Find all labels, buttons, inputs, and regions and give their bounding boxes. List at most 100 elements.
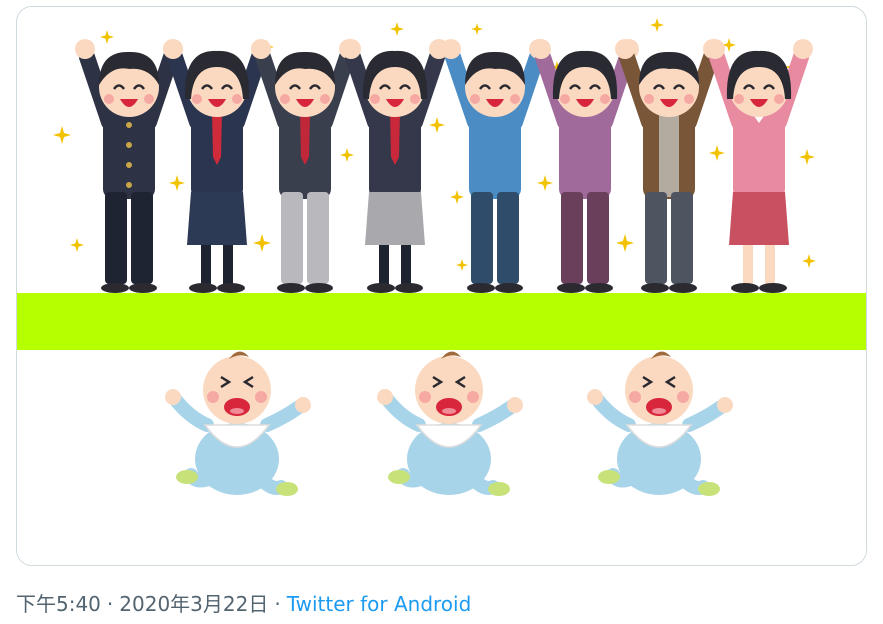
cheek-mark	[774, 94, 784, 104]
cheek-mark	[629, 391, 641, 403]
tongue-mark	[230, 408, 244, 414]
tie-mark	[300, 111, 310, 165]
shoe	[641, 283, 669, 293]
tweet-source-link[interactable]: Twitter for Android	[287, 592, 472, 616]
cheek-mark	[734, 94, 744, 104]
cheek-mark	[560, 94, 570, 104]
leg	[471, 192, 493, 284]
tongue-mark	[442, 408, 456, 414]
leg	[401, 245, 411, 285]
shoe	[277, 283, 305, 293]
meta-separator: ·	[274, 592, 281, 616]
tongue-mark	[652, 408, 666, 414]
leg	[765, 245, 775, 285]
skirt	[187, 192, 247, 245]
leg	[743, 245, 753, 285]
shoe	[367, 283, 395, 293]
leg	[645, 192, 667, 284]
person-hand	[793, 39, 813, 59]
leg	[587, 192, 609, 284]
cheek-mark	[644, 94, 654, 104]
person-hand	[341, 39, 361, 59]
skirt	[729, 192, 789, 245]
baby-hand	[507, 397, 523, 413]
tweet-time: 下午5:40	[16, 592, 101, 616]
cheek-mark	[144, 94, 154, 104]
cheek-mark	[320, 94, 330, 104]
person-torso	[559, 107, 611, 199]
cheek-mark	[370, 94, 380, 104]
leg	[105, 192, 127, 284]
button-mark	[126, 142, 132, 148]
baby-hand	[717, 397, 733, 413]
tweet-date[interactable]: 2020年3月22日	[119, 592, 268, 616]
cheek-mark	[467, 391, 479, 403]
button-mark	[126, 122, 132, 128]
leg	[223, 245, 233, 285]
cheek-mark	[510, 94, 520, 104]
leg	[201, 245, 211, 285]
cheek-mark	[600, 94, 610, 104]
person-hand	[163, 39, 183, 59]
button-mark	[126, 162, 132, 168]
cheek-mark	[677, 391, 689, 403]
cheek-mark	[255, 391, 267, 403]
leg	[497, 192, 519, 284]
green-band	[17, 293, 866, 350]
leg	[379, 245, 389, 285]
leg	[131, 192, 153, 284]
cheek-mark	[419, 391, 431, 403]
cheek-mark	[104, 94, 114, 104]
shoe	[495, 283, 523, 293]
shoe	[217, 283, 245, 293]
baby-shoe	[598, 470, 620, 484]
baby-shoe	[276, 482, 298, 496]
baby-hand	[377, 389, 393, 405]
shoe	[129, 283, 157, 293]
leg	[561, 192, 583, 284]
shoe	[189, 283, 217, 293]
baby-shoe	[698, 482, 720, 496]
skirt	[365, 192, 425, 245]
person-hand	[531, 39, 551, 59]
shoe	[467, 283, 495, 293]
person-torso	[469, 107, 521, 199]
baby-hand	[587, 389, 603, 405]
shoe	[395, 283, 423, 293]
cheek-mark	[684, 94, 694, 104]
person-hand	[615, 39, 635, 59]
leg	[307, 192, 329, 284]
shoe	[557, 283, 585, 293]
button-mark	[126, 182, 132, 188]
shoe	[305, 283, 333, 293]
shoe	[101, 283, 129, 293]
cheek-mark	[192, 94, 202, 104]
person-hand	[441, 39, 461, 59]
leg	[281, 192, 303, 284]
inner-shirt	[659, 111, 679, 197]
cheek-mark	[280, 94, 290, 104]
tie-mark	[390, 111, 400, 165]
baby-shoe	[176, 470, 198, 484]
tweet-meta: 下午5:40 · 2020年3月22日 · Twitter for Android	[16, 588, 471, 620]
baby-hand	[295, 397, 311, 413]
person-hand	[251, 39, 271, 59]
cheek-mark	[470, 94, 480, 104]
tie-mark	[212, 111, 222, 165]
leg	[671, 192, 693, 284]
baby-shoe	[488, 482, 510, 496]
cheek-mark	[232, 94, 242, 104]
tweet-image	[17, 7, 866, 565]
shoe	[585, 283, 613, 293]
person-hand	[705, 39, 725, 59]
baby-shoe	[388, 470, 410, 484]
meta-separator: ·	[106, 592, 114, 616]
cheek-mark	[410, 94, 420, 104]
baby-hand	[165, 389, 181, 405]
shoe	[731, 283, 759, 293]
tweet-media-card[interactable]	[16, 6, 867, 566]
cheek-mark	[207, 391, 219, 403]
shoe	[759, 283, 787, 293]
shoe	[669, 283, 697, 293]
person-hand	[75, 39, 95, 59]
